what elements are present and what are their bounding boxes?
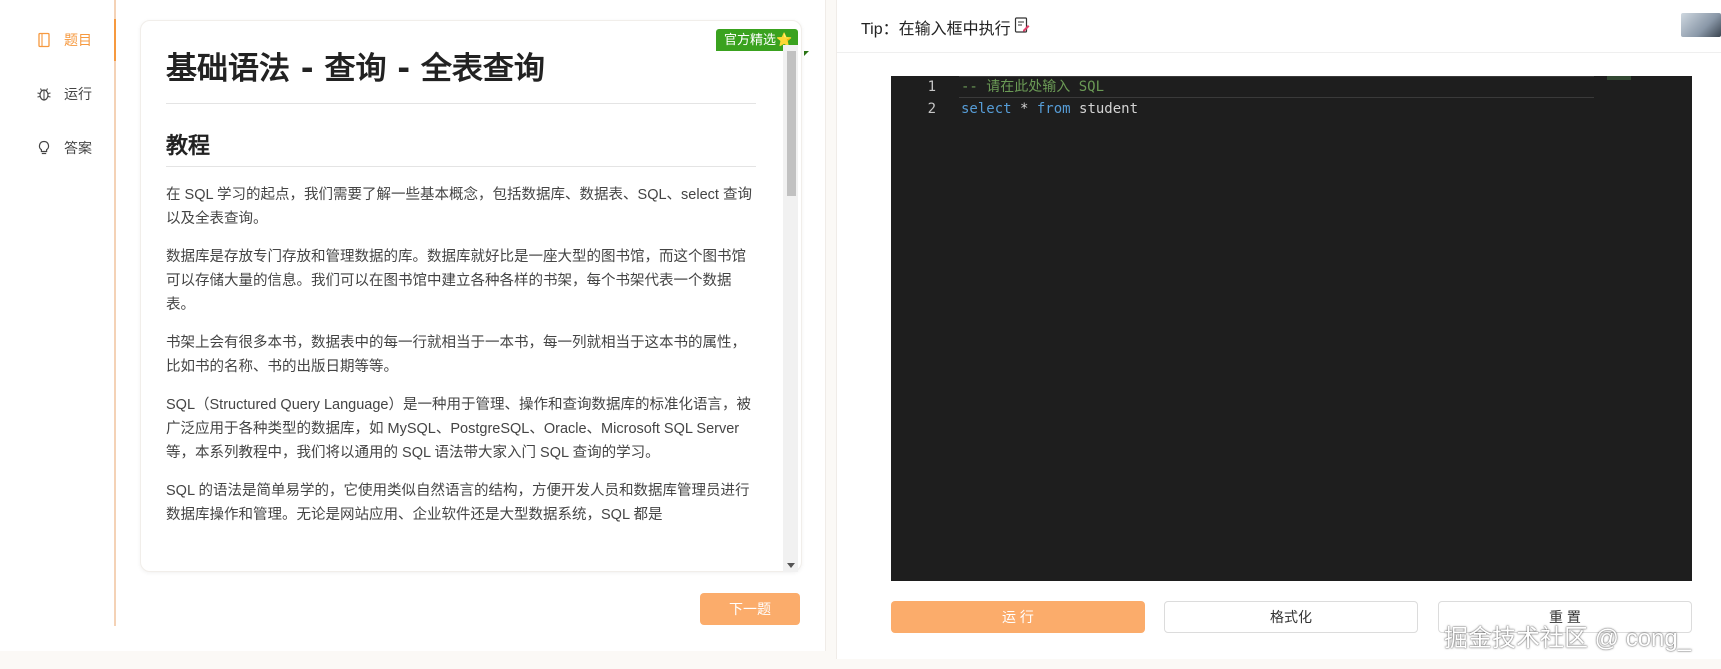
- code-token: *: [1011, 101, 1037, 117]
- editor-line: 1 -- 请在此处输入 SQL: [891, 76, 1692, 98]
- editor-line: 2 select * from student: [891, 98, 1692, 120]
- nav-item-label: 答案: [64, 140, 92, 156]
- paragraph: SQL 的语法是简单易学的，它使用类似自然语言的结构，方便开发人员和数据库管理员…: [166, 483, 750, 524]
- format-button[interactable]: 格式化: [1164, 601, 1418, 633]
- nav-item-question[interactable]: 题目: [36, 30, 92, 50]
- section-title: 教程: [166, 128, 756, 168]
- run-button[interactable]: 运 行: [891, 601, 1145, 633]
- user-avatar[interactable]: [1681, 13, 1721, 37]
- nav-item-run[interactable]: 运行: [36, 84, 92, 104]
- left-panel: 题目 运行 答案 基础语法 - 查询 - 全表查询 教程 在 SQL 学习的起点…: [0, 0, 826, 651]
- paragraph: 数据库是存放专门存放和管理数据的库。数据库就好比是一座大型的图书馆，而这个图书馆…: [166, 249, 746, 314]
- edit-icon: [1013, 16, 1031, 39]
- sql-editor[interactable]: 1 -- 请在此处输入 SQL 2 select * from student: [891, 76, 1692, 581]
- tip-text: Tip：在输入框中执行: [861, 21, 1011, 38]
- line-number: 1: [927, 79, 936, 95]
- scrollbar-thumb[interactable]: [787, 51, 796, 196]
- header-divider: [837, 52, 1721, 53]
- watermark: 掘金技术社区 @ cong_: [1444, 625, 1692, 652]
- nav-item-label: 运行: [64, 86, 92, 102]
- right-panel: Tip：在输入框中执行 1 -- 请在此处输入 SQL 2 select * f…: [836, 0, 1721, 659]
- code-token: select: [961, 101, 1012, 117]
- nav-active-indicator: [114, 19, 116, 61]
- tip-bar: Tip：在输入框中执行: [861, 15, 1031, 39]
- article-scrollbar[interactable]: [783, 45, 798, 572]
- badge-label: 官方精选⭐: [724, 32, 793, 47]
- article-title: 基础语法 - 查询 - 全表查询: [166, 49, 756, 105]
- code-token: -- 请在此处输入 SQL: [961, 79, 1105, 95]
- badge-fold: [804, 51, 809, 56]
- document-icon: [36, 32, 52, 48]
- scroll-down-arrow-icon[interactable]: [787, 563, 795, 568]
- bug-icon: [36, 86, 52, 102]
- paragraph: 在 SQL 学习的起点，我们需要了解一些基本概念，包括数据库、数据表、SQL、s…: [166, 187, 752, 228]
- code-token: from: [1036, 101, 1071, 117]
- question-card: 基础语法 - 查询 - 全表查询 教程 在 SQL 学习的起点，我们需要了解一些…: [140, 20, 802, 572]
- nav-item-answer[interactable]: 答案: [36, 138, 92, 158]
- paragraph: 书架上会有很多本书，数据表中的每一行就相当于一本书，每一列就相当于这本书的属性，…: [166, 335, 746, 376]
- nav-item-label: 题目: [64, 32, 92, 48]
- next-question-button[interactable]: 下一题: [700, 593, 800, 625]
- line-code: -- 请在此处输入 SQL: [961, 76, 1104, 98]
- paragraph: SQL（Structured Query Language）是一种用于管理、操作…: [166, 397, 751, 462]
- side-nav: 题目 运行 答案: [0, 0, 116, 626]
- article-content: 基础语法 - 查询 - 全表查询 教程 在 SQL 学习的起点，我们需要了解一些…: [166, 49, 756, 527]
- lightbulb-icon: [36, 140, 52, 156]
- code-token: student: [1070, 101, 1139, 117]
- line-code: select * from student: [961, 98, 1138, 120]
- line-number: 2: [927, 101, 936, 117]
